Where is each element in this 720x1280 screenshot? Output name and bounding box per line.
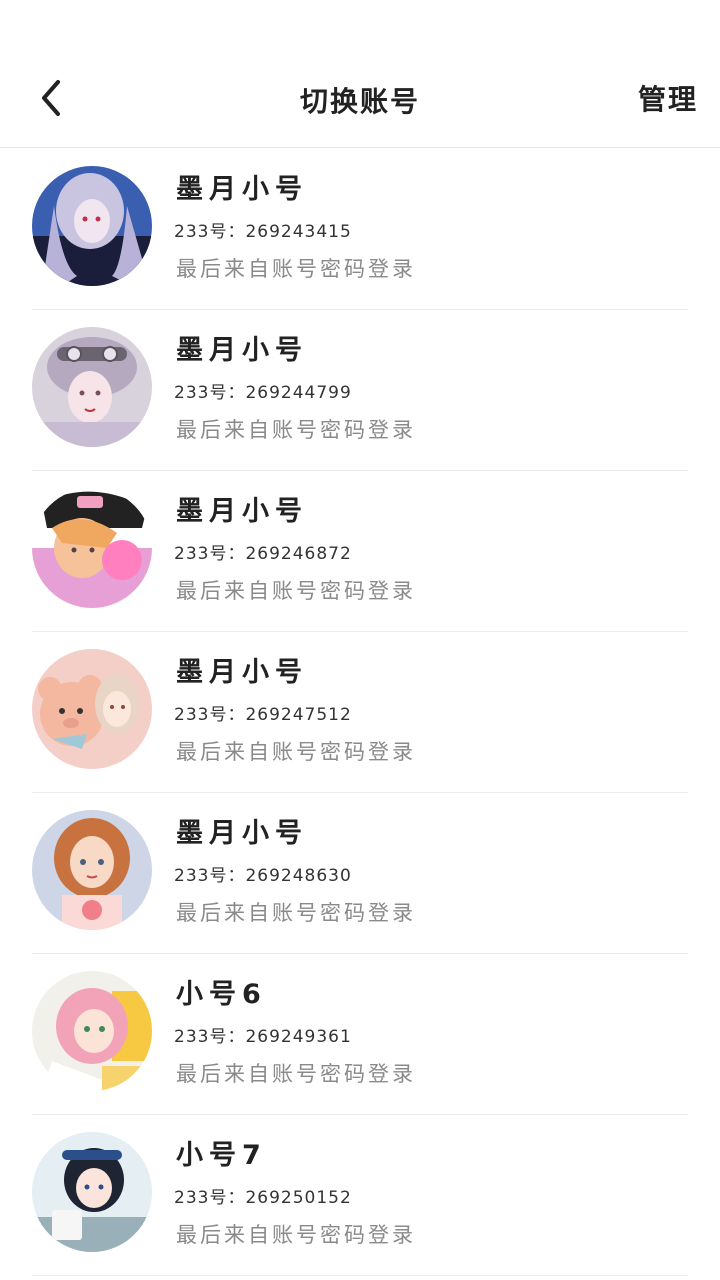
account-row[interactable]: 墨月小号 233号：269246872 最后来自账号密码登录: [32, 471, 688, 632]
login-source: 最后来自账号密码登录: [176, 579, 416, 603]
account-row[interactable]: 墨月小号 233号：269244799 最后来自账号密码登录: [32, 310, 688, 471]
account-row[interactable]: 小号7 233号：269250152 最后来自账号密码登录: [32, 1115, 688, 1276]
avatar: [32, 971, 152, 1091]
avatar: [32, 327, 152, 447]
login-source: 最后来自账号密码登录: [176, 257, 416, 281]
account-name: 墨月小号: [176, 818, 308, 849]
account-id: 233号：269248630: [174, 866, 352, 886]
login-source: 最后来自账号密码登录: [176, 740, 416, 764]
login-source: 最后来自账号密码登录: [176, 418, 416, 442]
account-name: 墨月小号: [176, 335, 308, 366]
account-row[interactable]: 墨月小号 233号：269243415 最后来自账号密码登录: [32, 149, 688, 310]
login-source: 最后来自账号密码登录: [176, 1062, 416, 1086]
avatar: [32, 166, 152, 286]
account-id: 233号：269244799: [174, 383, 352, 403]
avatar: [32, 810, 152, 930]
header: 切换账号 管理: [0, 48, 720, 148]
avatar: [32, 649, 152, 769]
account-list: 墨月小号 233号：269243415 最后来自账号密码登录 墨月小号 233号…: [32, 149, 688, 1276]
account-id: 233号：269243415: [174, 222, 352, 242]
login-source: 最后来自账号密码登录: [176, 1223, 416, 1247]
account-name: 墨月小号: [176, 657, 308, 688]
account-id: 233号：269246872: [174, 544, 352, 564]
account-id: 233号：269249361: [174, 1027, 352, 1047]
manage-button[interactable]: 管理: [638, 78, 698, 118]
status-bar: [0, 0, 720, 48]
avatar: [32, 488, 152, 608]
page-title: 切换账号: [299, 85, 420, 118]
account-name: 墨月小号: [176, 496, 308, 527]
account-name: 墨月小号: [176, 174, 308, 205]
account-row[interactable]: 小号6 233号：269249361 最后来自账号密码登录: [32, 954, 688, 1115]
account-row[interactable]: 墨月小号 233号：269247512 最后来自账号密码登录: [32, 632, 688, 793]
avatar: [32, 1132, 152, 1252]
account-id: 233号：269250152: [174, 1188, 352, 1208]
account-name: 小号6: [176, 979, 267, 1010]
account-id: 233号：269247512: [174, 705, 352, 725]
account-row[interactable]: 墨月小号 233号：269248630 最后来自账号密码登录: [32, 793, 688, 954]
login-source: 最后来自账号密码登录: [176, 901, 416, 925]
account-name: 小号7: [176, 1140, 267, 1171]
